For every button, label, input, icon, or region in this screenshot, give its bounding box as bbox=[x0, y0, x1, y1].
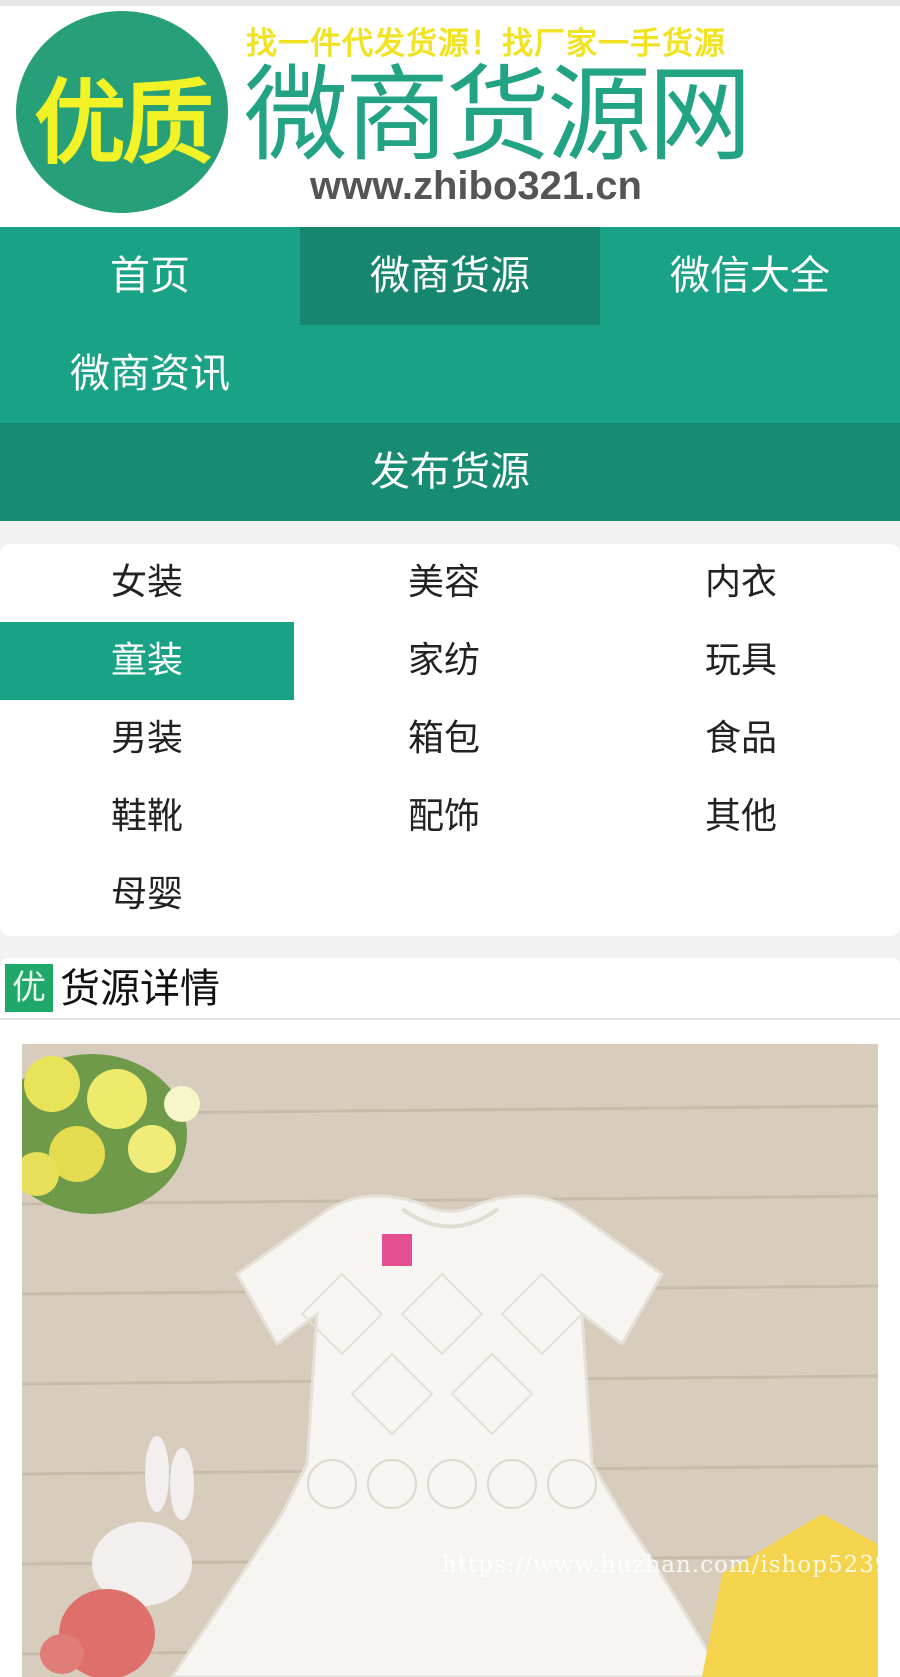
category-item[interactable]: 男装 bbox=[0, 700, 294, 778]
category-item[interactable]: 鞋靴 bbox=[0, 778, 294, 856]
nav-item-home[interactable]: 首页 bbox=[0, 227, 300, 325]
section-badge: 优 bbox=[5, 964, 53, 1012]
category-item[interactable]: 女装 bbox=[0, 544, 294, 622]
category-item[interactable]: 内衣 bbox=[594, 544, 888, 622]
product-photo-image bbox=[22, 1044, 878, 1677]
category-item[interactable]: 美容 bbox=[297, 544, 591, 622]
category-item-active[interactable]: 童装 bbox=[0, 622, 294, 700]
product-photo-container: https://www.huzhan.com/ishop5239 bbox=[0, 1020, 900, 1677]
category-item[interactable]: 家纺 bbox=[297, 622, 591, 700]
site-header: 优质 找一件代发货源！找厂家一手货源 微商货源网 www.zhibo321.cn bbox=[0, 0, 900, 227]
category-item[interactable]: 配饰 bbox=[297, 778, 591, 856]
nav-item-wechat-news[interactable]: 微商资讯 bbox=[0, 325, 300, 423]
photo-watermark: https://www.huzhan.com/ishop5239 bbox=[442, 1552, 878, 1578]
logo-url: www.zhibo321.cn bbox=[310, 164, 642, 208]
category-item[interactable]: 玩具 bbox=[594, 622, 888, 700]
main-nav: 首页 微商货源 微信大全 微商资讯 bbox=[0, 227, 900, 423]
category-item[interactable]: 食品 bbox=[594, 700, 888, 778]
category-item[interactable]: 箱包 bbox=[297, 700, 591, 778]
nav-item-wechat-directory[interactable]: 微信大全 bbox=[600, 227, 900, 325]
logo-site-name[interactable]: 微商货源网 bbox=[244, 58, 752, 173]
category-item[interactable]: 其他 bbox=[594, 778, 888, 856]
product-photo[interactable]: https://www.huzhan.com/ishop5239 bbox=[22, 1044, 878, 1677]
nav-item-wechat-supply[interactable]: 微商货源 bbox=[300, 227, 600, 325]
logo-badge[interactable]: 优质 bbox=[16, 11, 228, 213]
category-grid: 女装 美容 内衣 童装 家纺 玩具 男装 箱包 食品 鞋靴 配饰 其他 母婴 bbox=[0, 544, 900, 936]
publish-supply-button[interactable]: 发布货源 bbox=[0, 423, 900, 521]
section-title: 货源详情 bbox=[60, 966, 220, 1012]
section-header-details: 优 货源详情 bbox=[0, 958, 900, 1020]
logo-badge-text: 优质 bbox=[33, 70, 214, 177]
category-item[interactable]: 母婴 bbox=[0, 856, 294, 934]
